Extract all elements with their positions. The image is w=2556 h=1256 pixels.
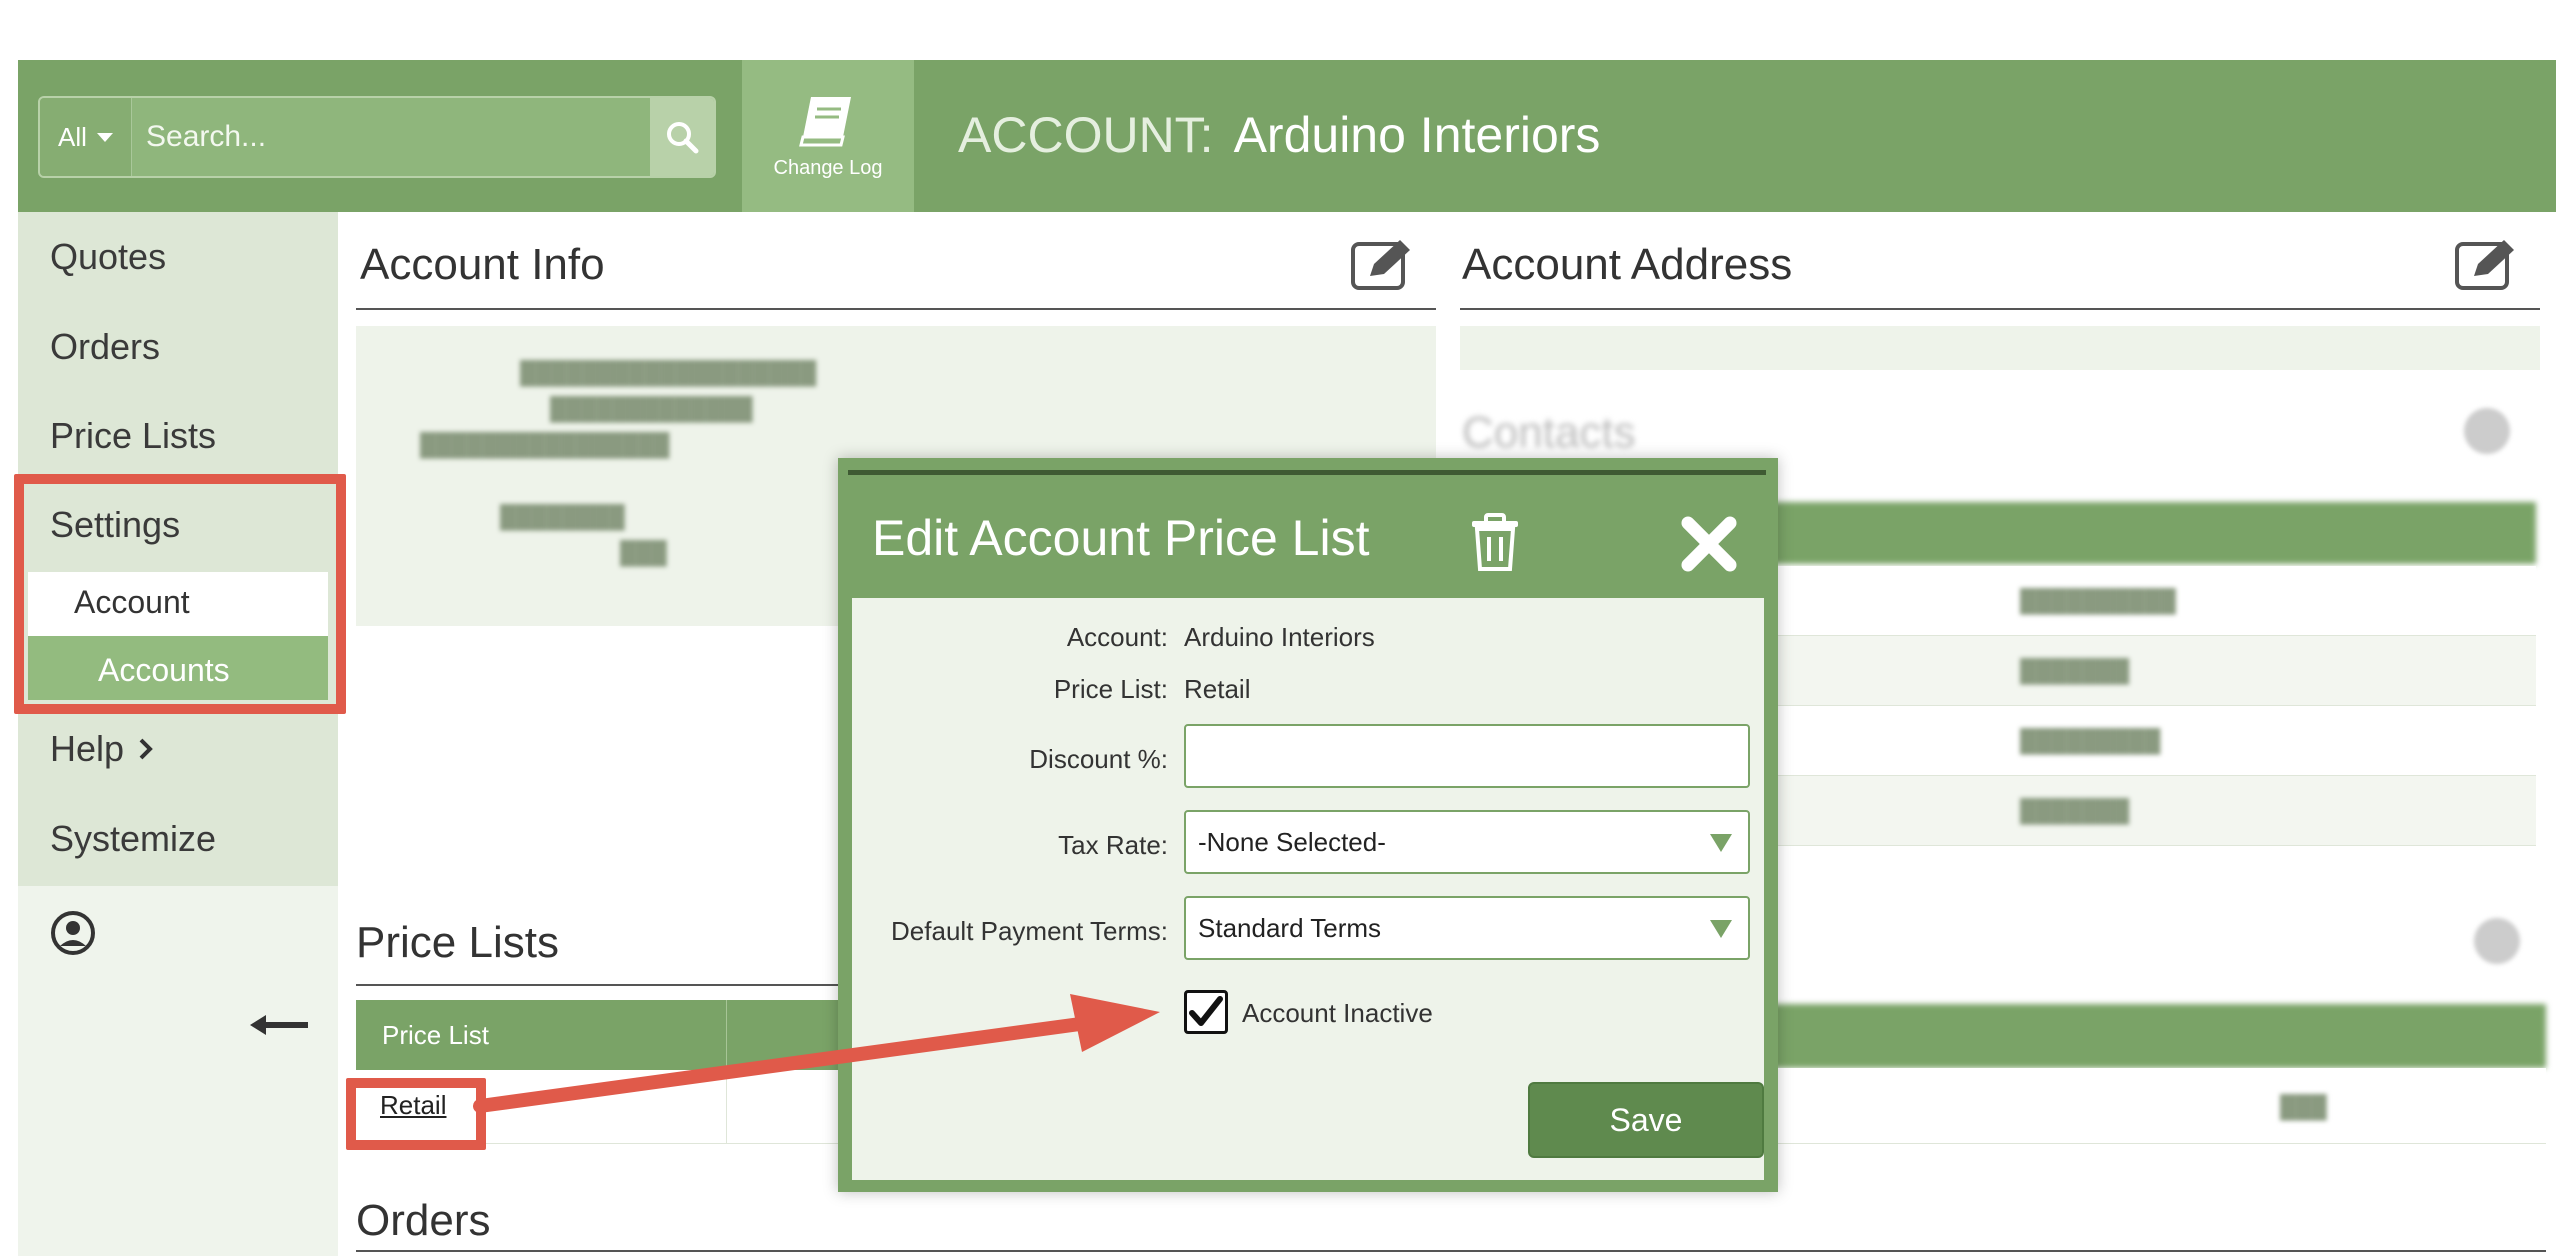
discount-input[interactable]	[1184, 724, 1750, 788]
payment-terms-select[interactable]: Standard Terms	[1184, 896, 1750, 960]
account-info-blurred-line: ███████████████████	[520, 360, 817, 385]
account-address-panel	[1460, 326, 2540, 370]
trash-icon[interactable]	[1468, 513, 1522, 573]
search-scope-select[interactable]: All	[40, 98, 132, 176]
account-info-blurred-line: █████████████	[550, 396, 753, 421]
book-icon	[799, 96, 851, 146]
table-row: █████████	[1760, 706, 2536, 776]
sidebar-item-price-lists[interactable]: Price Lists	[50, 415, 216, 457]
account-info-title: Account Info	[360, 240, 605, 289]
dropdown-arrow-icon	[1710, 834, 1732, 852]
price-lists-title: Price Lists	[356, 918, 559, 967]
checkmark-icon	[1189, 996, 1223, 1026]
tax-rate-label: Tax Rate:	[1058, 830, 1168, 860]
edit-account-info-icon[interactable]	[1350, 238, 1416, 292]
save-button[interactable]: Save	[1528, 1082, 1764, 1158]
user-circle-icon[interactable]	[50, 910, 96, 956]
payment-terms-selected: Standard Terms	[1198, 912, 1382, 943]
price-list-label: Price List:	[1053, 674, 1168, 704]
tax-rate-select[interactable]: -None Selected-	[1184, 810, 1750, 874]
modal-header: Edit Account Price List	[848, 475, 1766, 597]
orders-title: Orders	[356, 1196, 491, 1245]
search-input[interactable]	[132, 98, 650, 176]
account-info-divider	[356, 308, 1436, 310]
orders-divider	[356, 1250, 2546, 1252]
contacts-table-header	[1760, 502, 2536, 564]
account-value: Arduino Interiors	[1184, 622, 1375, 652]
sidebar-item-help-label: Help	[50, 728, 125, 769]
search-icon	[667, 122, 699, 154]
account-info-blurred-line: ████████	[500, 504, 625, 529]
account-info-blurred-line: ████████████████	[420, 432, 670, 457]
account-inactive-checkbox[interactable]	[1184, 990, 1228, 1034]
sidebar-item-help[interactable]: Help	[50, 728, 154, 770]
add-order-icon[interactable]	[2474, 918, 2520, 964]
account-info-blurred-line: ███	[620, 540, 667, 565]
close-icon[interactable]	[1680, 515, 1738, 573]
contacts-title: Contacts	[1462, 408, 1636, 457]
sidebar-item-systemize[interactable]: Systemize	[50, 818, 216, 860]
settings-highlight-box	[14, 474, 346, 714]
page-title-account: Arduino Interiors	[1233, 107, 1601, 163]
sidebar-item-quotes[interactable]: Quotes	[50, 236, 166, 278]
change-log-label: Change Log	[773, 156, 883, 179]
search-button[interactable]	[650, 98, 714, 176]
modal-title: Edit Account Price List	[872, 510, 1370, 566]
account-address-divider	[1460, 308, 2540, 310]
sidebar-item-orders[interactable]: Orders	[50, 326, 160, 368]
table-row: ███████	[1760, 776, 2536, 846]
price-list-value: Retail	[1184, 674, 1251, 704]
dropdown-arrow-icon	[1710, 920, 1732, 938]
account-label: Account:	[1066, 622, 1168, 652]
caret-down-icon	[96, 132, 113, 142]
sidebar: Quotes Orders Price Lists Settings Accou…	[18, 212, 338, 1256]
account-address-title: Account Address	[1462, 240, 1793, 289]
change-log-button[interactable]: Change Log	[742, 60, 914, 212]
edit-account-address-icon[interactable]	[2454, 238, 2520, 292]
table-row: ███████	[1760, 636, 2536, 706]
chevron-right-icon	[139, 738, 153, 760]
account-inactive-label[interactable]: Account Inactive	[1242, 998, 1433, 1029]
search-bar: All	[38, 96, 716, 178]
search-scope-label: All	[58, 121, 87, 152]
table-row: ██████████	[1760, 566, 2536, 636]
arrow-left-icon[interactable]	[248, 1012, 310, 1038]
retail-highlight-box	[346, 1078, 486, 1150]
table-row: ███	[1760, 1068, 2546, 1144]
page-title-prefix: ACCOUNT:	[958, 107, 1214, 163]
discount-label: Discount %:	[1029, 744, 1168, 774]
tax-rate-selected: -None Selected-	[1198, 826, 1386, 857]
add-contact-icon[interactable]	[2464, 408, 2510, 454]
page-title: ACCOUNT: Arduino Interiors	[958, 106, 1600, 164]
app-header: All Change Log ACCOUNT: Arduino Interior…	[18, 60, 2556, 212]
payment-terms-label: Default Payment Terms:	[891, 916, 1168, 946]
orders-side-table-header	[1760, 1004, 2546, 1068]
price-lists-divider	[356, 984, 846, 986]
annotation-arrow-icon	[473, 994, 1160, 1113]
